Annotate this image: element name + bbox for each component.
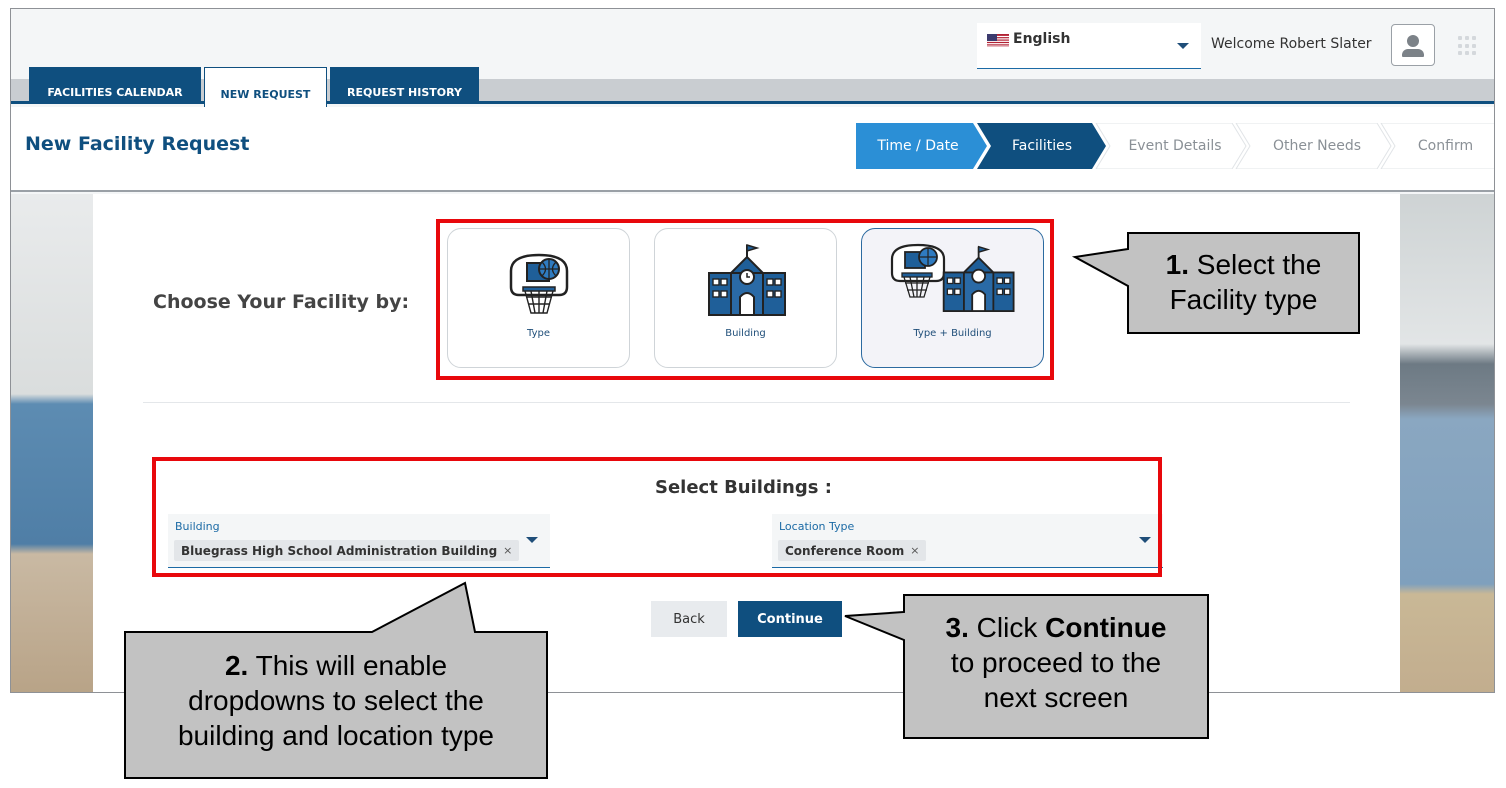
back-button[interactable]: Back: [651, 601, 727, 637]
continue-button[interactable]: Continue: [738, 601, 842, 637]
language-label: English: [1013, 31, 1071, 47]
location-type-dropdown-label: Location Type: [779, 520, 855, 533]
building-dropdown-label: Building: [175, 520, 220, 533]
user-avatar-button[interactable]: [1391, 24, 1435, 66]
tab-request-history[interactable]: REQUEST HISTORY: [330, 67, 479, 104]
callout-1-line1: Select the: [1189, 249, 1322, 280]
app-window: English Welcome Robert Slater FACILITIES…: [10, 8, 1495, 693]
school-building-icon: [708, 243, 786, 316]
us-flag-icon: [987, 34, 1009, 47]
building-chip-text: Bluegrass High School Administration Bui…: [181, 543, 498, 558]
callout-select-facility-type: 1. Select the Facility type: [1130, 247, 1357, 317]
remove-chip-icon[interactable]: ×: [503, 544, 512, 557]
callout-2-number: 2.: [224, 650, 249, 681]
option-type-building[interactable]: Type + Building: [861, 228, 1044, 368]
remove-chip-icon[interactable]: ×: [910, 544, 919, 557]
welcome-text: Welcome Robert Slater: [1211, 36, 1372, 52]
callout-3-continue-word: Continue: [1045, 612, 1167, 643]
progress-stepper: Time / Date Facilities Event Details Oth…: [856, 123, 1494, 169]
basketball-hoop-icon: [509, 253, 569, 314]
callout-click-continue: 3. Click Continue to proceed to the next…: [906, 610, 1206, 715]
page-title: New Facility Request: [25, 133, 250, 155]
choose-facility-label: Choose Your Facility by:: [153, 291, 410, 313]
building-chip: Bluegrass High School Administration Bui…: [174, 540, 520, 561]
hoop-and-building-icon: [890, 243, 1015, 313]
callout-enable-dropdowns: 2. This will enable dropdowns to select …: [127, 648, 545, 753]
page-header: New Facility Request Time / Date Facilit…: [11, 107, 1494, 192]
chevron-down-icon: [1177, 43, 1189, 49]
callout-3-number: 3.: [945, 612, 969, 643]
tab-facilities-calendar[interactable]: FACILITIES CALENDAR: [29, 67, 201, 104]
language-select[interactable]: English: [977, 23, 1201, 69]
apps-grid-icon[interactable]: [1458, 36, 1478, 56]
option-type-label: Type: [527, 328, 550, 339]
tab-strip: FACILITIES CALENDAR NEW REQUEST REQUEST …: [11, 67, 1494, 107]
option-building-label: Building: [725, 328, 766, 339]
step-facilities[interactable]: Facilities: [984, 123, 1100, 169]
section-divider: [143, 402, 1350, 403]
tab-new-request[interactable]: NEW REQUEST: [204, 67, 327, 107]
chevron-down-icon: [1139, 537, 1151, 543]
step-event-details: Event Details: [1128, 138, 1222, 154]
option-type[interactable]: Type: [447, 228, 630, 368]
location-type-chip-text: Conference Room: [785, 543, 905, 558]
user-icon-body: [1402, 49, 1424, 57]
step-other-needs: Other Needs: [1272, 138, 1362, 154]
location-type-chip: Conference Room ×: [778, 540, 927, 561]
callout-2-line2: dropdowns to select the: [188, 685, 484, 716]
callout-3-line2: to proceed to the: [950, 647, 1162, 678]
select-buildings-title: Select Buildings :: [655, 477, 832, 498]
callout-2-line3: building and location type: [177, 720, 494, 751]
location-type-dropdown[interactable]: Location Type Conference Room ×: [772, 514, 1163, 568]
callout-1-number: 1.: [1165, 249, 1190, 280]
building-dropdown[interactable]: Building Bluegrass High School Administr…: [168, 514, 550, 568]
callout-3-line1a: Click: [968, 612, 1046, 643]
step-confirm: Confirm: [1417, 138, 1474, 154]
callout-3-line3: next screen: [983, 682, 1129, 713]
option-building[interactable]: Building: [654, 228, 837, 368]
option-type-building-label: Type + Building: [913, 328, 992, 339]
step-time-date[interactable]: Time / Date: [856, 123, 980, 169]
callout-1-line2: Facility type: [1169, 284, 1318, 315]
chevron-down-icon: [526, 537, 538, 543]
user-icon: [1407, 35, 1419, 47]
callout-2-line1: This will enable: [248, 650, 448, 681]
